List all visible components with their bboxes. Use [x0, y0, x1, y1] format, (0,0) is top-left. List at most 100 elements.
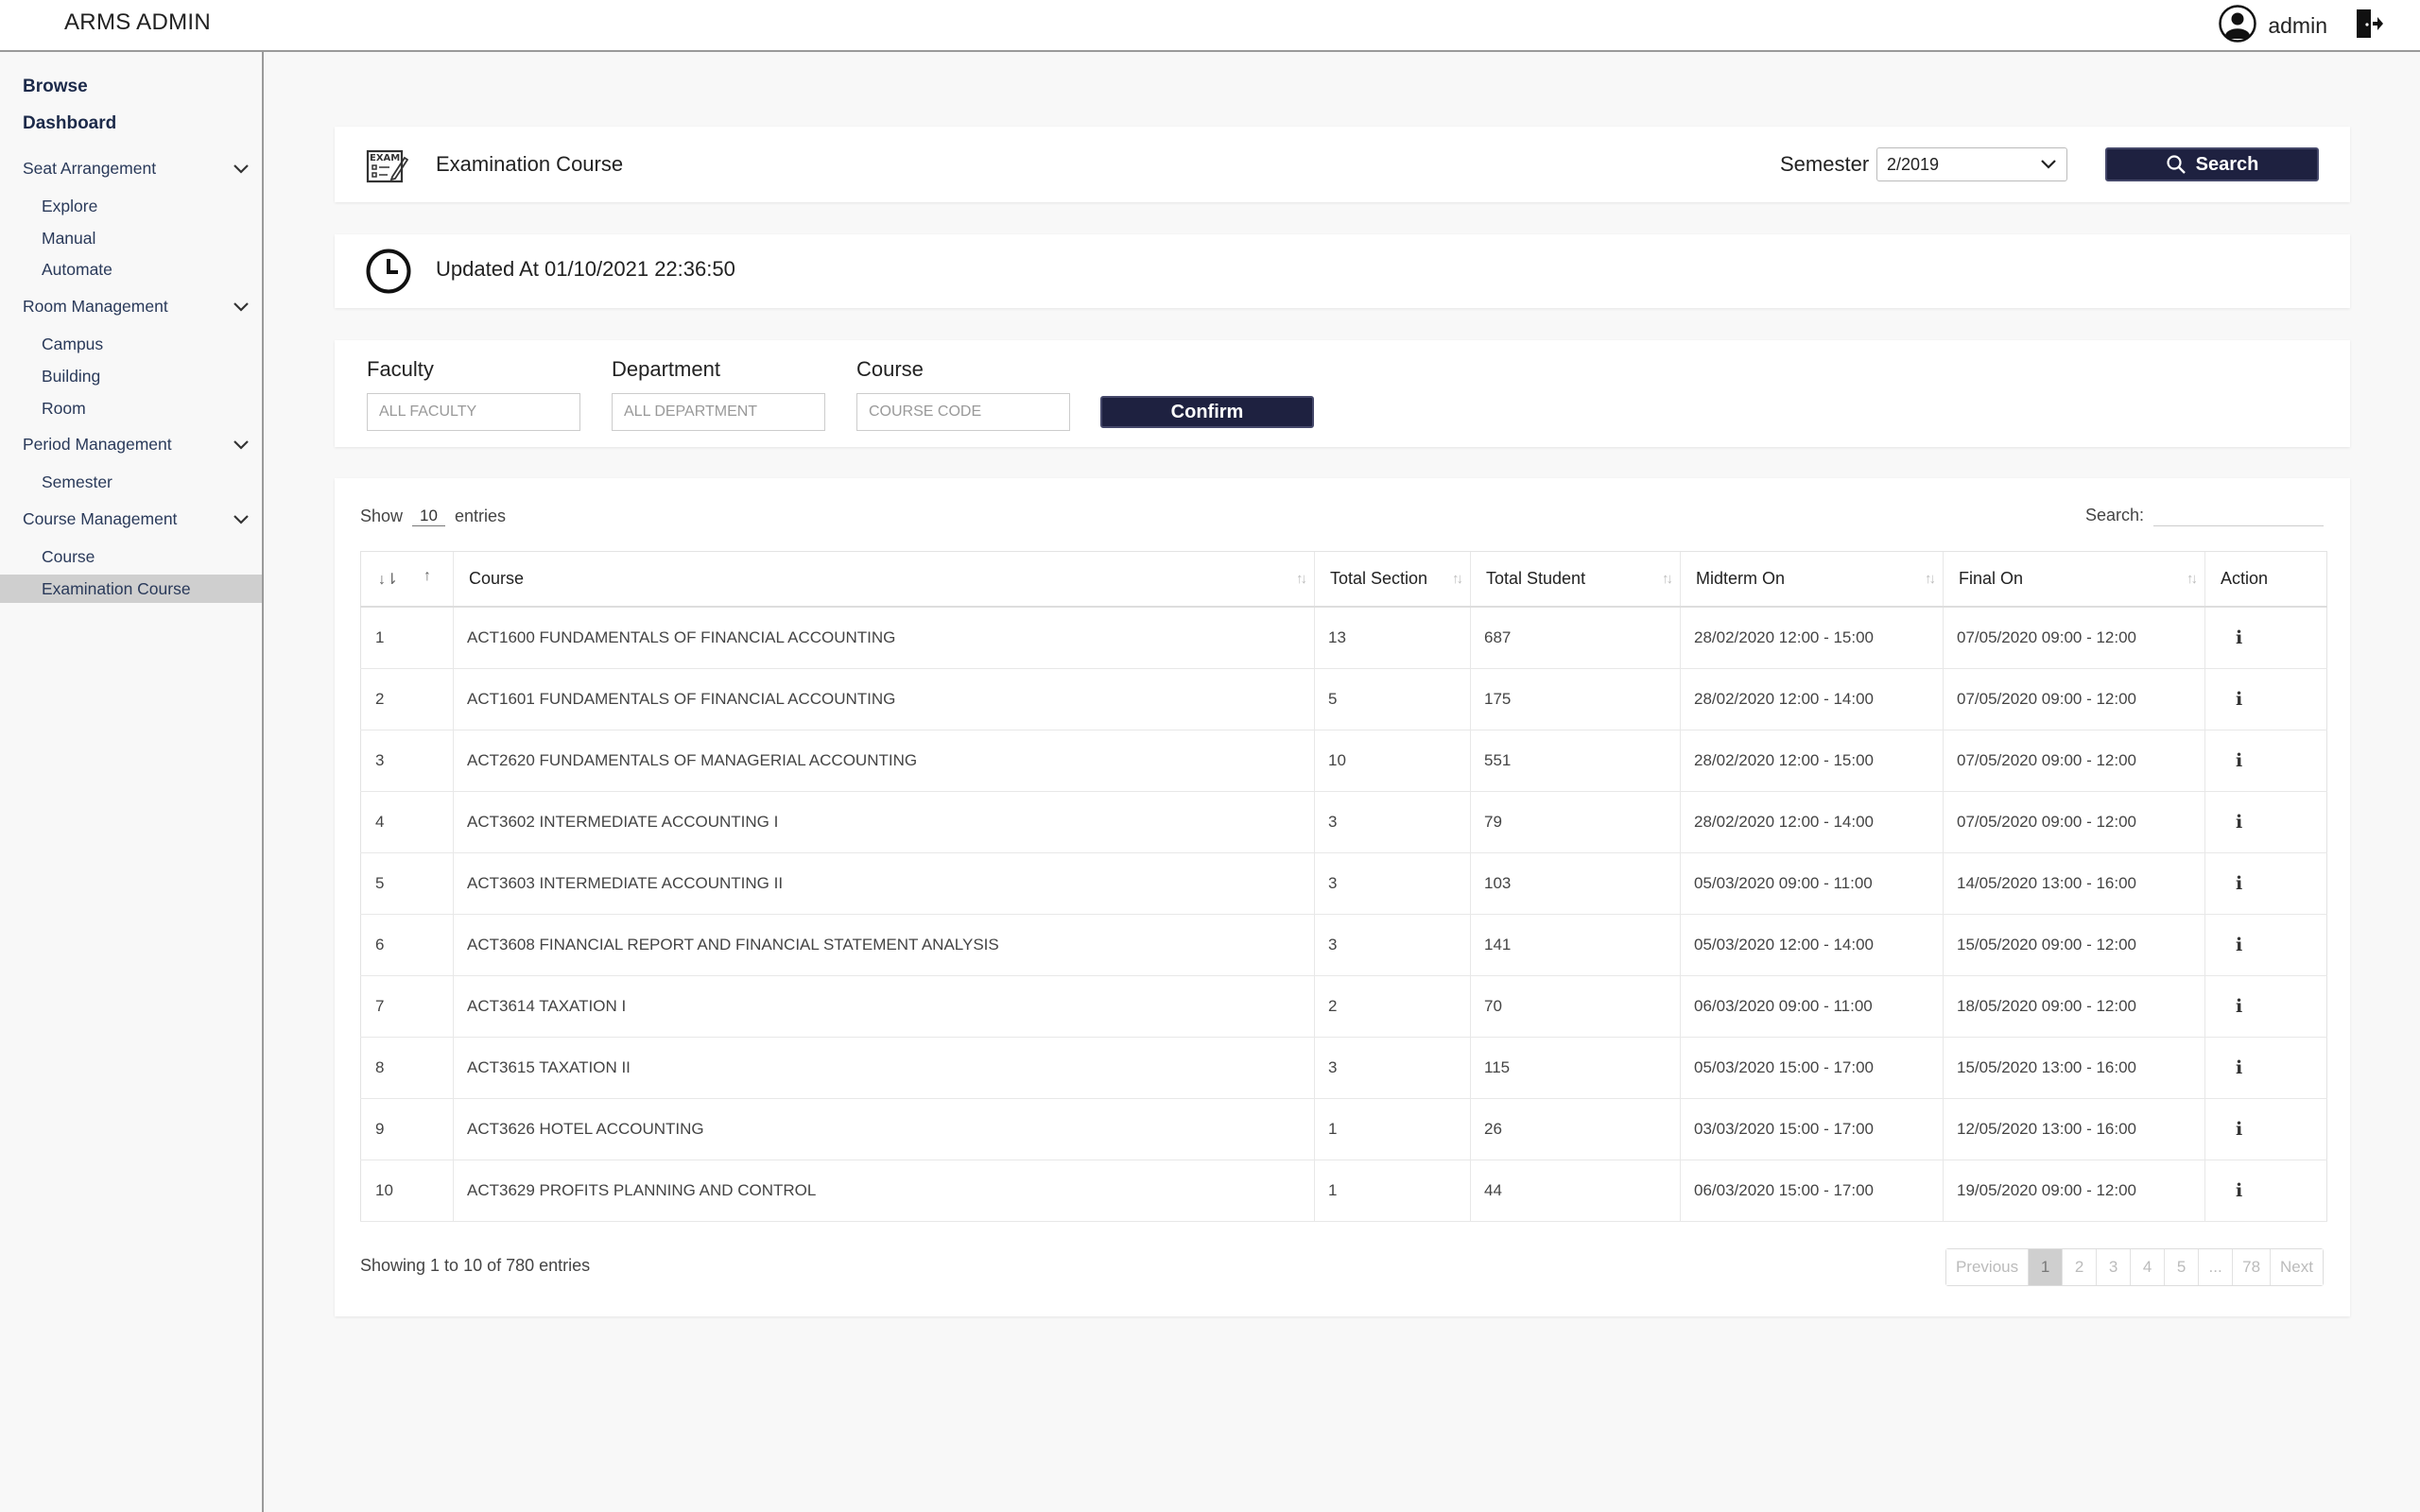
cell-index: 6 — [360, 914, 454, 976]
user-area: admin — [2219, 4, 2384, 47]
cell-total-section: 3 — [1314, 852, 1471, 915]
cell-final-on: 18/05/2020 09:00 - 12:00 — [1943, 975, 2205, 1038]
nav-item-campus[interactable]: Campus — [42, 335, 103, 354]
column-header-index[interactable]: ↓⇂ ↑ — [360, 551, 454, 608]
column-header-total-student[interactable]: Total Student ↑↓ — [1470, 551, 1681, 608]
nav-item-manual[interactable]: Manual — [42, 229, 95, 249]
cell-midterm-on: 28/02/2020 12:00 - 15:00 — [1680, 730, 1944, 792]
nav-group-seat-arrangement[interactable]: Seat Arrangement — [23, 159, 250, 179]
sort-desc-icon: ↓⇂ — [378, 572, 399, 588]
table-search-input[interactable] — [2153, 505, 2324, 526]
cell-total-section: 1 — [1314, 1160, 1471, 1222]
column-header-midterm-on[interactable]: Midterm On ↑↓ — [1680, 551, 1944, 608]
info-icon[interactable]: i — [2219, 935, 2242, 955]
nav-group-room-management[interactable]: Room Management — [23, 297, 250, 317]
nav-browse[interactable]: Browse — [23, 77, 88, 97]
cell-midterm-on: 28/02/2020 12:00 - 14:00 — [1680, 668, 1944, 730]
cell-action: i — [2204, 730, 2327, 792]
cell-course: ACT3603 INTERMEDIATE ACCOUNTING II — [453, 852, 1315, 915]
pagination-page-5[interactable]: 5 — [2164, 1249, 2199, 1285]
info-icon[interactable]: i — [2219, 689, 2242, 710]
nav-dashboard[interactable]: Dashboard — [23, 113, 116, 134]
nav-item-building[interactable]: Building — [42, 367, 100, 387]
pagination-page-3[interactable]: 3 — [2096, 1249, 2131, 1285]
logout-icon[interactable] — [2354, 8, 2384, 44]
column-header-final-on[interactable]: Final On ↑↓ — [1943, 551, 2205, 608]
pagination-page-78[interactable]: 78 — [2232, 1249, 2271, 1285]
column-label: Total Section — [1330, 569, 1428, 588]
cell-index: 9 — [360, 1098, 454, 1160]
pagination-page-1[interactable]: 1 — [2028, 1249, 2063, 1285]
search-label: Search: — [2084, 506, 2144, 524]
pagination-page-4[interactable]: 4 — [2130, 1249, 2165, 1285]
cell-action: i — [2204, 1160, 2327, 1222]
nav-item-automate[interactable]: Automate — [42, 260, 112, 280]
nav-group-course-management[interactable]: Course Management — [23, 509, 250, 529]
cell-index: 4 — [360, 791, 454, 853]
cell-total-section: 13 — [1314, 607, 1471, 669]
semester-select[interactable]: 2/2019 — [1876, 147, 2067, 181]
cell-total-student: 141 — [1470, 914, 1681, 976]
cell-final-on: 15/05/2020 09:00 - 12:00 — [1943, 914, 2205, 976]
info-icon[interactable]: i — [2219, 1180, 2242, 1201]
updated-at-text: Updated At 01/10/2021 22:36:50 — [436, 257, 735, 281]
cell-course: ACT2620 FUNDAMENTALS OF MANAGERIAL ACCOU… — [453, 730, 1315, 792]
cell-total-student: 551 — [1470, 730, 1681, 792]
cell-action: i — [2204, 607, 2327, 669]
cell-total-student: 115 — [1470, 1037, 1681, 1099]
cell-total-section: 1 — [1314, 1098, 1471, 1160]
info-icon[interactable]: i — [2219, 812, 2242, 833]
faculty-input[interactable]: ALL FACULTY — [367, 393, 580, 431]
nav-group-label: Seat Arrangement — [23, 159, 157, 178]
cell-final-on: 19/05/2020 09:00 - 12:00 — [1943, 1160, 2205, 1222]
cell-total-section: 3 — [1314, 914, 1471, 976]
cell-midterm-on: 05/03/2020 15:00 - 17:00 — [1680, 1037, 1944, 1099]
cell-total-section: 5 — [1314, 668, 1471, 730]
nav-group-period-management[interactable]: Period Management — [23, 435, 250, 455]
column-header-total-section[interactable]: Total Section ↑↓ — [1314, 551, 1471, 608]
cell-midterm-on: 05/03/2020 09:00 - 11:00 — [1680, 852, 1944, 915]
cell-index: 5 — [360, 852, 454, 915]
cell-final-on: 15/05/2020 13:00 - 16:00 — [1943, 1037, 2205, 1099]
user-name[interactable]: admin — [2268, 13, 2327, 39]
nav-item-explore[interactable]: Explore — [42, 197, 97, 216]
cell-final-on: 07/05/2020 09:00 - 12:00 — [1943, 668, 2205, 730]
pagination-page-2[interactable]: 2 — [2062, 1249, 2097, 1285]
search-button-label: Search — [2195, 153, 2259, 175]
nav-item-examination-course[interactable]: Examination Course — [0, 575, 262, 603]
pagination-previous[interactable]: Previous — [1945, 1249, 2029, 1285]
info-icon[interactable]: i — [2219, 996, 2242, 1017]
cell-total-section: 2 — [1314, 975, 1471, 1038]
info-icon[interactable]: i — [2219, 750, 2242, 771]
column-header-course[interactable]: Course ↑↓ — [453, 551, 1315, 608]
course-code-input[interactable]: COURSE CODE — [856, 393, 1070, 431]
info-icon[interactable]: i — [2219, 627, 2242, 648]
cell-index: 10 — [360, 1160, 454, 1222]
nav-group-label: Period Management — [23, 435, 172, 454]
cell-index: 3 — [360, 730, 454, 792]
show-label: Show — [360, 507, 404, 525]
nav-item-semester[interactable]: Semester — [42, 472, 112, 492]
chevron-down-icon — [233, 301, 249, 312]
table-row: 10 ACT3629 PROFITS PLANNING AND CONTROL 1 4… — [360, 1160, 2327, 1222]
cell-course: ACT3629 PROFITS PLANNING AND CONTROL — [453, 1160, 1315, 1222]
table-row: 3 ACT2620 FUNDAMENTALS OF MANAGERIAL ACCO… — [360, 730, 2327, 792]
pagination-ellipsis: ... — [2198, 1249, 2233, 1285]
pagination-next[interactable]: Next — [2270, 1249, 2323, 1285]
department-input[interactable]: ALL DEPARTMENT — [612, 393, 825, 431]
cell-total-student: 79 — [1470, 791, 1681, 853]
app-brand[interactable]: ARMS ADMIN — [64, 9, 211, 36]
user-avatar-icon[interactable] — [2219, 4, 2257, 47]
chevron-down-icon — [233, 439, 249, 450]
column-label: Final On — [1959, 569, 2024, 588]
confirm-button[interactable]: Confirm — [1100, 396, 1314, 428]
nav-item-room[interactable]: Room — [42, 399, 86, 419]
nav-item-course[interactable]: Course — [42, 547, 95, 567]
info-icon[interactable]: i — [2219, 873, 2242, 894]
entries-select[interactable]: 10 — [412, 507, 445, 526]
info-icon[interactable]: i — [2219, 1119, 2242, 1140]
search-button[interactable]: Search — [2105, 147, 2319, 181]
info-icon[interactable]: i — [2219, 1057, 2242, 1078]
faculty-label: Faculty — [367, 357, 434, 381]
showing-entries-text: Showing 1 to 10 of 780 entries — [360, 1256, 591, 1275]
